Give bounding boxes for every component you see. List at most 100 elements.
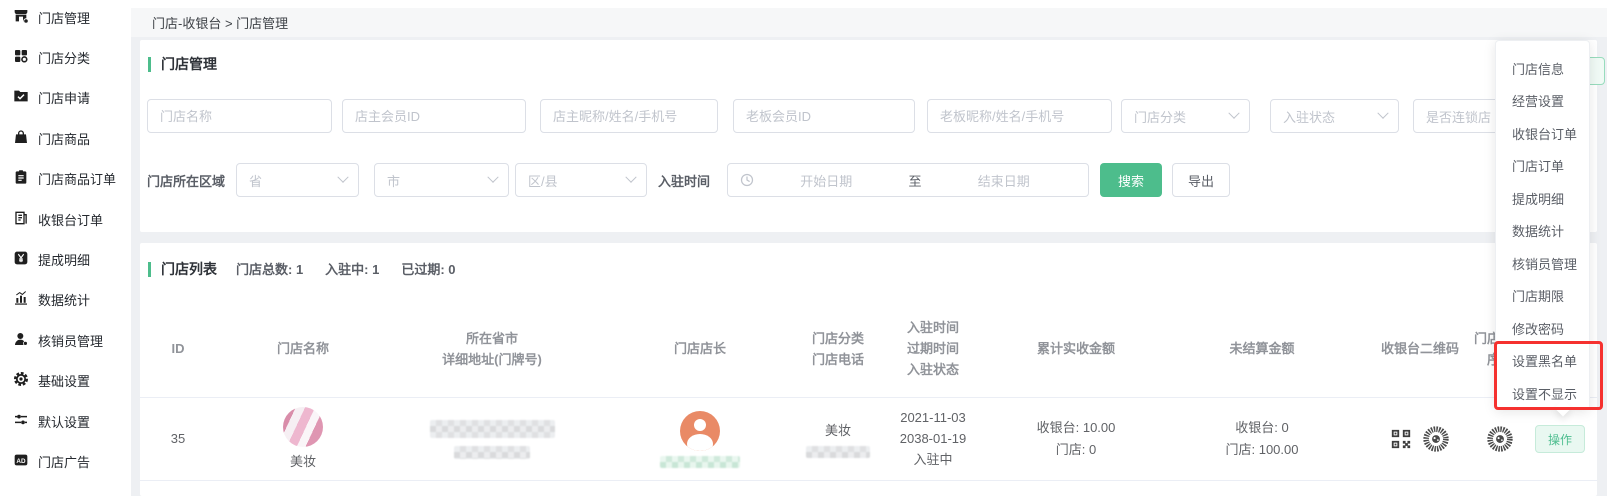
sidebar-item-label: 门店分类 [38,48,90,67]
redacted-address-line2 [454,446,530,459]
filter-card: 门店管理 门店分类 入驻状态 是否连锁店 门店所在区域 省 市 [140,40,1597,232]
title-accent-bar [148,262,151,277]
end-date-placeholder[interactable]: 结束日期 [932,171,1077,190]
sidebar-item-label: 门店管理 [38,8,90,27]
receipt-icon [13,210,29,229]
start-date-placeholder[interactable]: 开始日期 [754,171,899,190]
redacted-manager-name [660,456,740,468]
sidebar-item-store-application[interactable]: 门店申请 [0,78,131,118]
col-id: ID [148,300,208,397]
action-button[interactable]: 操作 [1535,425,1585,453]
sidebar-item-label: 门店商品 [38,129,90,148]
city-select[interactable]: 市 [374,163,509,197]
sidebar-item-store-goods[interactable]: 门店商品 [0,118,131,158]
menu-item-set-blacklist[interactable]: 设置黑名单 [1496,345,1589,378]
qr-code-icon[interactable] [1390,428,1412,450]
city-placeholder: 市 [387,171,400,190]
sidebar-item-store-ads[interactable]: AD 门店广告 [0,441,131,481]
list-card-title: 门店列表 [148,259,217,279]
sidebar-item-label: 核销员管理 [38,331,103,350]
svg-text:AD: AD [16,458,26,465]
boss-member-id-input[interactable] [733,99,915,133]
menu-item-verifier-mgmt[interactable]: 核销员管理 [1496,247,1589,280]
store-avatar [283,407,323,447]
district-placeholder: 区/县 [528,171,558,190]
category-icon [13,48,29,67]
table-header: ID 门店名称 所在省市详细地址(门牌号) 门店店长 门店分类门店电话 入驻时间… [140,300,1597,398]
col-unsettled: 未结算金额 [1182,300,1342,397]
sidebar-item-commission-detail[interactable]: 提成明细 [0,239,131,279]
chain-store-placeholder: 是否连锁店 [1426,107,1491,126]
menu-item-store-term[interactable]: 门店期限 [1496,280,1589,313]
table-row: 35 美妆 美妆 2021-11-03 2038-01-19 入驻中 收银台: … [140,398,1597,481]
applet-sunburst-icon[interactable] [1421,424,1451,454]
row-category-phone: 美妆 [793,398,883,480]
store-icon [13,8,29,27]
sidebar-item-label: 门店申请 [38,88,90,107]
search-button[interactable]: 搜索 [1100,163,1162,197]
store-name-label: 美妆 [290,452,316,472]
menu-item-store-info[interactable]: 门店信息 [1496,52,1589,85]
chevron-down-icon [1377,108,1388,119]
entry-time-label: 入驻时间 [658,163,710,197]
entry-status-select[interactable]: 入驻状态 [1270,99,1399,133]
menu-item-data-statistics[interactable]: 数据统计 [1496,215,1589,248]
menu-item-set-hidden[interactable]: 设置不显示 [1496,377,1589,410]
chevron-down-icon [625,172,636,183]
menu-item-commission-detail[interactable]: 提成明细 [1496,182,1589,215]
clock-icon [740,173,754,187]
sidebar-item-label: 默认设置 [38,412,90,431]
breadcrumb-bar: 门店-收银台 > 门店管理 [131,8,1607,37]
breadcrumb: 门店-收银台 > 门店管理 [152,13,288,32]
sidebar-item-verifier-management[interactable]: 核销员管理 [0,320,131,360]
sidebar-item-store-management[interactable]: 门店管理 [0,0,131,37]
filter-card-title: 门店管理 [148,54,217,74]
sidebar-item-basic-settings[interactable]: 基础设置 [0,361,131,401]
sidebar-item-data-statistics[interactable]: 数据统计 [0,280,131,320]
range-separator: 至 [899,171,932,190]
row-address [392,398,592,480]
menu-item-store-orders[interactable]: 门店订单 [1496,150,1589,183]
filter-row-1: 门店分类 入驻状态 是否连锁店 [140,99,1597,133]
sidebar-item-store-category[interactable]: 门店分类 [0,37,131,77]
store-category-select[interactable]: 门店分类 [1121,99,1250,133]
sidebar-item-label: 基础设置 [38,371,90,390]
boss-info-input[interactable] [927,99,1112,133]
store-name-input[interactable] [147,99,332,133]
redacted-address-line1 [430,420,555,438]
store-category-placeholder: 门店分类 [1134,107,1186,126]
menu-item-business-settings[interactable]: 经营设置 [1496,85,1589,118]
owner-member-id-input[interactable] [342,99,526,133]
folder-check-icon [13,88,29,107]
stat-expired: 已过期: 0 [401,259,455,278]
menu-item-change-password[interactable]: 修改密码 [1496,312,1589,345]
region-label: 门店所在区域 [147,163,225,197]
col-category-phone: 门店分类门店电话 [793,300,883,397]
export-button[interactable]: 导出 [1172,163,1230,197]
chevron-down-icon [487,172,498,183]
page-title: 门店管理 [161,54,217,74]
sidebar-item-cashier-orders[interactable]: 收银台订单 [0,199,131,239]
row-received: 收银台: 10.00门店: 0 [996,398,1156,480]
filter-row-2: 门店所在区域 省 市 区/县 入驻时间 开始日期 至 结束日期 搜索 导出 [140,163,1597,197]
owner-info-input[interactable] [540,99,718,133]
province-select[interactable]: 省 [236,163,359,197]
chevron-down-icon [1228,108,1239,119]
sidebar-item-label: 数据统计 [38,290,90,309]
col-address: 所在省市详细地址(门牌号) [392,300,592,397]
district-select[interactable]: 区/县 [515,163,647,197]
list-title: 门店列表 [161,259,217,279]
col-manager: 门店店长 [610,300,790,397]
row-manager [610,398,790,480]
sidebar-item-default-settings[interactable]: 默认设置 [0,401,131,441]
sidebar-item-store-goods-orders[interactable]: 门店商品订单 [0,159,131,199]
top-strip [131,0,1607,8]
bar-chart-icon [13,290,29,309]
manager-avatar [680,411,720,451]
col-store-name: 门店名称 [213,300,393,397]
store-list-card: 门店列表 门店总数: 1 入驻中: 1 已过期: 0 ID 门店名称 所在省市详… [140,243,1597,496]
gear-icon [13,371,29,390]
applet-sunburst-icon[interactable] [1485,424,1515,454]
entry-time-range-picker[interactable]: 开始日期 至 结束日期 [727,163,1089,197]
menu-item-cashier-orders[interactable]: 收银台订单 [1496,117,1589,150]
